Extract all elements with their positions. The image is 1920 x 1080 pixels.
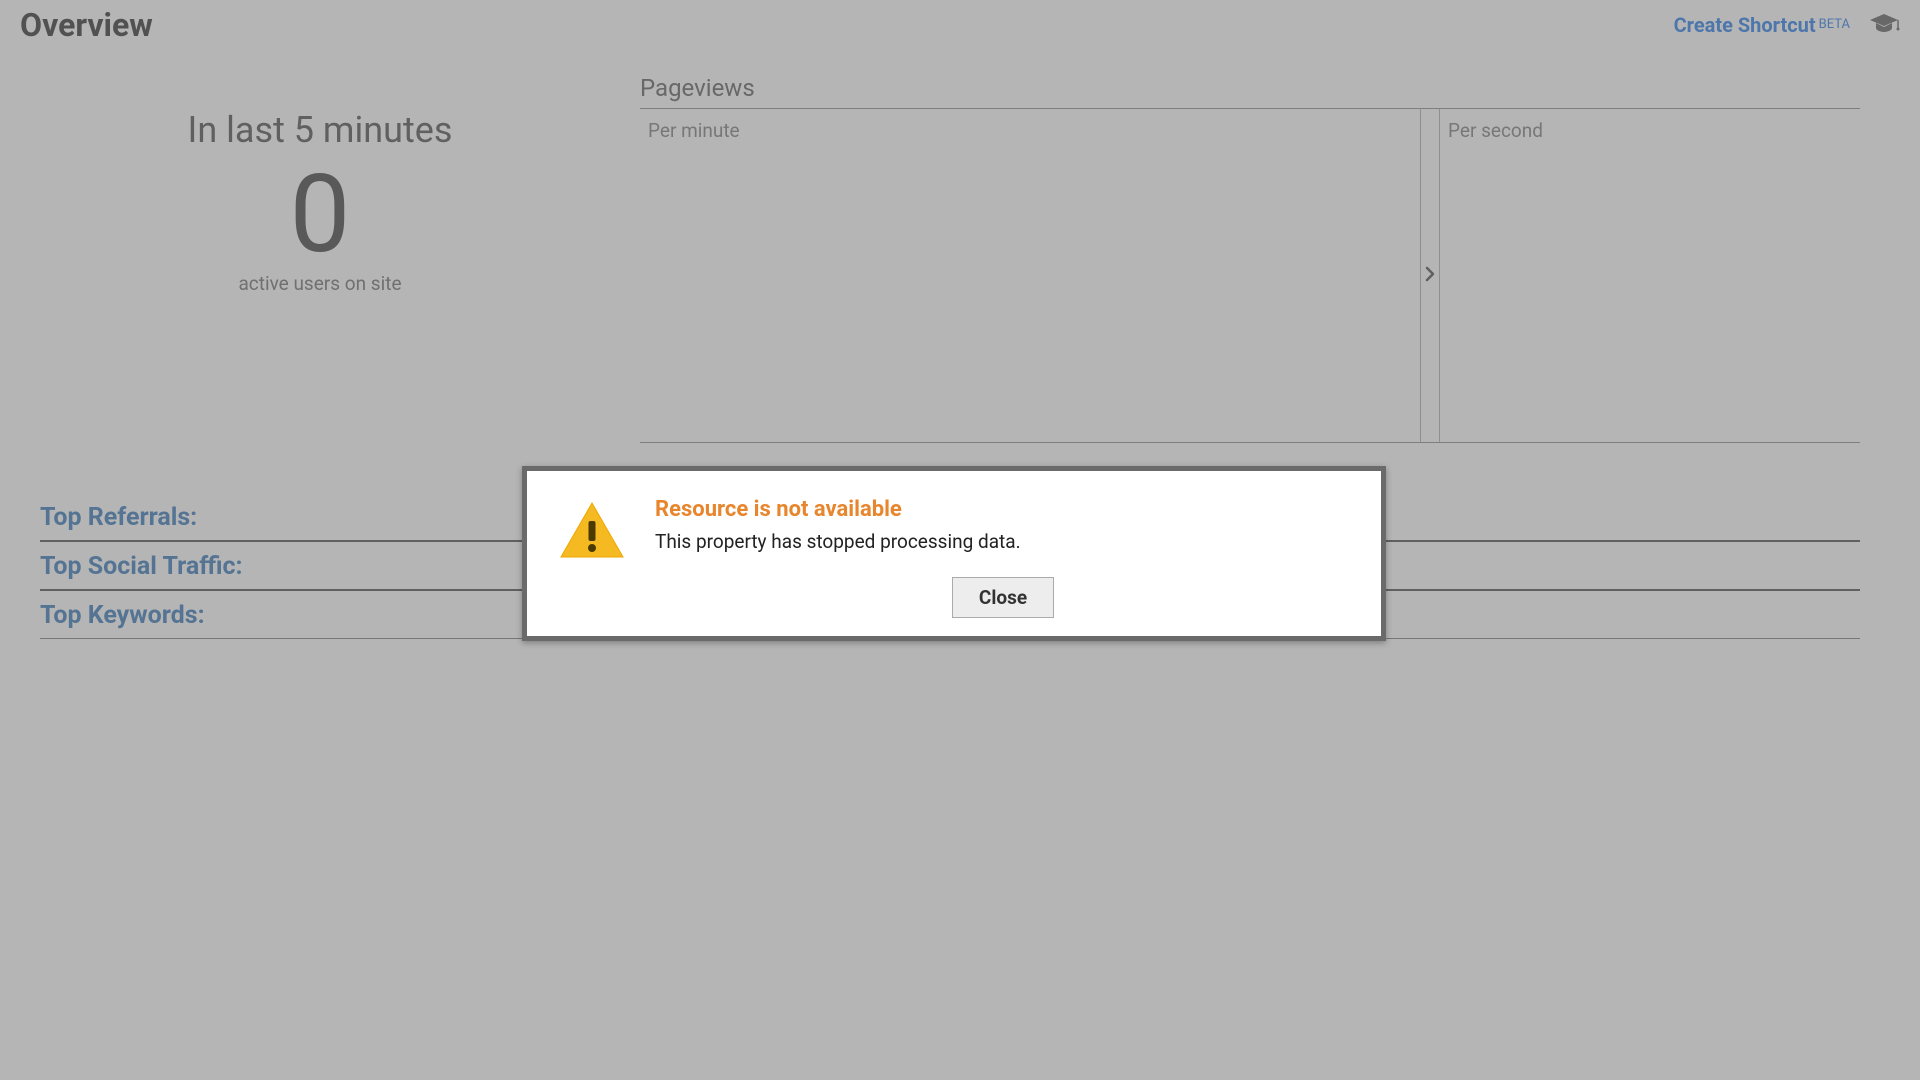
close-button[interactable]: Close (952, 577, 1054, 618)
warning-icon (557, 499, 627, 618)
modal-footer: Close (655, 577, 1351, 618)
modal-title: Resource is not available (655, 497, 1351, 522)
error-modal: Resource is not available This property … (522, 466, 1386, 641)
modal-message: This property has stopped processing dat… (655, 530, 1351, 553)
modal-body: Resource is not available This property … (655, 497, 1351, 618)
